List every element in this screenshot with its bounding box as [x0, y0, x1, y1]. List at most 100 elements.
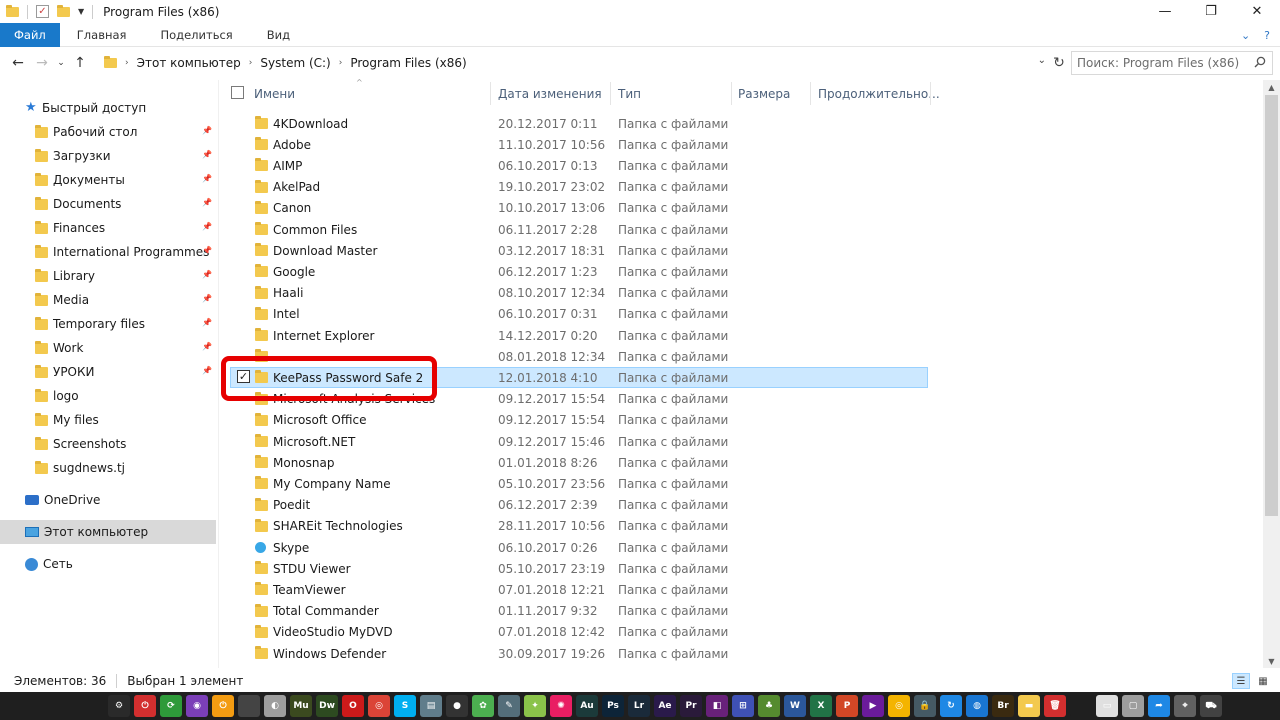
- nav-onedrive[interactable]: OneDrive: [0, 488, 216, 512]
- search-input[interactable]: [1077, 56, 1247, 70]
- file-row[interactable]: STDU Viewer 05.10.2017 23:19 Папка с файла…: [222, 558, 1262, 579]
- file-row[interactable]: Download Master 03.12.2017 18:31 Папка с ф…: [222, 240, 1262, 261]
- nav-item[interactable]: logo: [0, 384, 216, 408]
- taskbar-opera-icon[interactable]: O: [342, 695, 364, 717]
- taskbar-word-icon[interactable]: W: [784, 695, 806, 717]
- large-icons-view-icon[interactable]: ▦: [1254, 673, 1272, 689]
- column-resize-handle[interactable]: [810, 82, 811, 105]
- search-box[interactable]: [1071, 51, 1273, 75]
- column-name[interactable]: Имени: [254, 80, 490, 107]
- taskbar-muse-icon[interactable]: Mu: [290, 695, 312, 717]
- taskbar-powerpoint-icon[interactable]: P: [836, 695, 858, 717]
- back-button[interactable]: ←: [6, 55, 30, 71]
- nav-network[interactable]: Сеть: [0, 552, 216, 576]
- taskbar-trash-icon[interactable]: 🗑: [1044, 695, 1066, 717]
- details-view-icon[interactable]: ☰: [1232, 673, 1250, 689]
- pin-icon[interactable]: 📌: [202, 126, 212, 135]
- file-row[interactable]: ✓ KeePass Password Safe 2 12.01.2018 4:10 П…: [222, 367, 1262, 389]
- file-row[interactable]: Adobe 11.10.2017 10:56 Папка с файлами: [222, 134, 1262, 155]
- nav-item[interactable]: Загрузки 📌: [0, 144, 216, 168]
- nav-item[interactable]: Work 📌: [0, 336, 216, 360]
- taskbar-pin-icon[interactable]: ⌖: [1174, 695, 1196, 717]
- up-button[interactable]: ↑: [68, 55, 92, 71]
- pin-icon[interactable]: 📌: [202, 246, 212, 255]
- properties-icon[interactable]: ✓: [36, 5, 49, 18]
- nav-item[interactable]: Library 📌: [0, 264, 216, 288]
- file-row[interactable]: Poedit 06.12.2017 2:39 Папка с файлами: [222, 495, 1262, 516]
- taskbar-folder-icon[interactable]: ▬: [1018, 695, 1040, 717]
- recent-locations-button[interactable]: ⌄: [54, 58, 68, 68]
- breadcrumb-program-files[interactable]: Program Files (x86): [350, 56, 466, 70]
- file-row[interactable]: Common Files 06.11.2017 2:28 Папка с файла…: [222, 219, 1262, 240]
- taskbar-photoshop-icon[interactable]: Ps: [602, 695, 624, 717]
- file-row[interactable]: TeamViewer 07.01.2018 12:21 Папка с файлам…: [222, 579, 1262, 600]
- file-row[interactable]: My Company Name 05.10.2017 23:56 Папка с ф…: [222, 473, 1262, 494]
- nav-this-pc[interactable]: Этот компьютер: [0, 520, 216, 544]
- nav-item[interactable]: Документы 📌: [0, 168, 216, 192]
- taskbar-vs-icon[interactable]: ◧: [706, 695, 728, 717]
- column-resize-handle[interactable]: [731, 82, 732, 105]
- taskbar-notes-icon[interactable]: ▭: [1096, 695, 1118, 717]
- taskbar-after-effects-icon[interactable]: Ae: [654, 695, 676, 717]
- taskbar-keyboard-icon[interactable]: [238, 695, 260, 717]
- file-row[interactable]: Skype 06.10.2017 0:26 Папка с файлами: [222, 537, 1262, 558]
- nav-item[interactable]: Screenshots: [0, 432, 216, 456]
- taskbar-refresh-icon[interactable]: ↻: [940, 695, 962, 717]
- file-row[interactable]: Microsoft Office 09.12.2017 15:54 Папка с …: [222, 410, 1262, 431]
- taskbar-audition-icon[interactable]: Au: [576, 695, 598, 717]
- file-row[interactable]: VideoStudio MyDVD 07.01.2018 12:42 Папка с…: [222, 622, 1262, 643]
- nav-item[interactable]: Temporary files 📌: [0, 312, 216, 336]
- new-folder-icon[interactable]: [57, 4, 70, 17]
- nav-item[interactable]: УРОКИ 📌: [0, 360, 216, 384]
- file-row[interactable]: Haali 08.10.2017 12:34 Папка с файлами: [222, 283, 1262, 304]
- column-resize-handle[interactable]: [490, 82, 491, 105]
- select-all-checkbox[interactable]: [231, 86, 244, 99]
- file-row[interactable]: Windows Defender 30.09.2017 19:26 Папка с …: [222, 643, 1262, 664]
- file-row[interactable]: AIMP 06.10.2017 0:13 Папка с файлами: [222, 155, 1262, 176]
- nav-item[interactable]: Finances 📌: [0, 216, 216, 240]
- taskbar-media-icon[interactable]: ◉: [186, 695, 208, 717]
- pin-icon[interactable]: 📌: [202, 366, 212, 375]
- taskbar-send-icon[interactable]: ➦: [1148, 695, 1170, 717]
- search-icon[interactable]: [1254, 56, 1266, 68]
- breadcrumb-this-pc[interactable]: Этот компьютер: [137, 56, 241, 70]
- pin-icon[interactable]: 📌: [202, 198, 212, 207]
- taskbar-editor-icon[interactable]: ✎: [498, 695, 520, 717]
- taskbar-grid-icon[interactable]: ⊞: [732, 695, 754, 717]
- vertical-scrollbar[interactable]: ▲ ▼: [1263, 80, 1280, 668]
- column-duration[interactable]: Продолжительно...: [818, 80, 940, 107]
- taskbar-chrome2-icon[interactable]: ◎: [888, 695, 910, 717]
- refresh-button[interactable]: ↻: [1050, 51, 1068, 75]
- expand-ribbon-icon[interactable]: ⌄: [1241, 29, 1250, 42]
- chevron-right-icon[interactable]: ›: [339, 58, 343, 68]
- taskbar-chrome-icon[interactable]: ◎: [368, 695, 390, 717]
- tab-share[interactable]: Поделиться: [143, 23, 249, 47]
- forward-button[interactable]: →: [30, 55, 54, 71]
- file-row[interactable]: SHAREit Technologies 28.11.2017 10:56 Папк…: [222, 516, 1262, 537]
- taskbar-power-orange-icon[interactable]: ⏻: [212, 695, 234, 717]
- taskbar-power-icon[interactable]: ⏻: [134, 695, 156, 717]
- help-icon[interactable]: ?: [1264, 29, 1270, 42]
- file-row[interactable]: 4KDownload 20.12.2017 0:11 Папка с файлами: [222, 113, 1262, 134]
- taskbar-premiere-icon[interactable]: Pr: [680, 695, 702, 717]
- nav-quick-access[interactable]: ★ Быстрый доступ: [0, 96, 216, 120]
- file-row[interactable]: Intel 06.10.2017 0:31 Папка с файлами: [222, 304, 1262, 325]
- restore-button[interactable]: ❐: [1188, 0, 1234, 23]
- taskbar-disc-icon[interactable]: ◐: [264, 695, 286, 717]
- taskbar-leaf-icon[interactable]: ♣: [758, 695, 780, 717]
- file-row[interactable]: Canon 10.10.2017 13:06 Папка с файлами: [222, 198, 1262, 219]
- tab-home[interactable]: Главная: [60, 23, 144, 47]
- close-button[interactable]: ✕: [1234, 0, 1280, 23]
- taskbar-dreamweaver-icon[interactable]: Dw: [316, 695, 338, 717]
- taskbar-storage-icon[interactable]: ▤: [420, 695, 442, 717]
- nav-item[interactable]: Рабочий стол 📌: [0, 120, 216, 144]
- file-row[interactable]: 08.01.2018 12:34 Папка с файлами: [222, 346, 1262, 367]
- file-row[interactable]: Monosnap 01.01.2018 8:26 Папка с файлами: [222, 452, 1262, 473]
- address-dropdown-icon[interactable]: ⌄: [1038, 55, 1046, 66]
- nav-item[interactable]: Documents 📌: [0, 192, 216, 216]
- scroll-down-button[interactable]: ▼: [1263, 654, 1280, 668]
- chevron-down-icon[interactable]: ▼: [78, 7, 84, 16]
- taskbar-bridge-icon[interactable]: Br: [992, 695, 1014, 717]
- taskbar-nature-icon[interactable]: ✿: [472, 695, 494, 717]
- scroll-thumb[interactable]: [1265, 95, 1278, 516]
